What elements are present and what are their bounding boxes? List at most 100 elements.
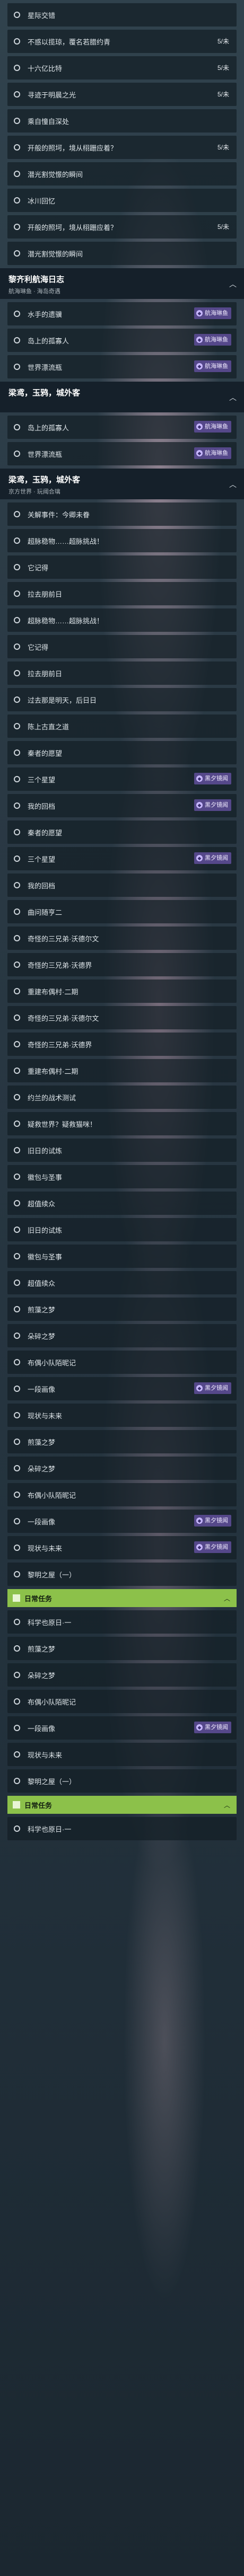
quest-row[interactable]: 徽包与圣事 <box>7 1245 237 1268</box>
quest-row[interactable]: 旧日的试炼 <box>7 1139 237 1162</box>
quest-row[interactable]: 潜光割觉憬的瞬间 <box>7 242 237 265</box>
quest-row[interactable]: 超脉稳物……超脉挑战！ <box>7 529 237 552</box>
circle-outline-icon <box>14 91 20 98</box>
quest-row[interactable]: 十六亿比特 5/未 <box>7 56 237 80</box>
quest-label: 奇怪的三兄弟·沃德尔文 <box>28 1014 99 1022</box>
quest-row[interactable]: 布偶小队陌昵记 <box>7 1690 237 1713</box>
quest-row[interactable]: 超脉稳物……超脉挑战！ <box>7 608 237 632</box>
quest-row[interactable]: 超值续众 <box>7 1271 237 1294</box>
quest-row[interactable]: 奇怪的三兄弟·沃德尔文 <box>7 1006 237 1029</box>
quest-row[interactable]: 关解事件：今卿未眷 <box>7 502 237 526</box>
quest-row[interactable]: 陈上古直之道 <box>7 714 237 738</box>
quest-row[interactable]: 奇怪的三兄弟·沃德尔文 <box>7 927 237 950</box>
quest-row[interactable]: 一段画像 ◆ 黑夕镜闻 <box>7 1377 237 1400</box>
mission-tag: ◆ 黑夕镜闻 <box>194 1722 231 1733</box>
quest-row[interactable]: 朵碎之梦 <box>7 1663 237 1687</box>
quest-list[interactable]: 星际交错不惑以揽琼，覆名若腊约青 5/未 十六亿比特 5/未 寻迹于明晨之光 5/未 乘自憧… <box>0 0 244 1840</box>
mission-tag-icon: ◆ <box>196 1518 203 1524</box>
quest-row[interactable]: 我的回档 <box>7 874 237 897</box>
quest-row[interactable]: 拉去朋前日 <box>7 582 237 605</box>
quest-row[interactable]: 秦者的愿望 <box>7 821 237 844</box>
quest-row[interactable]: 我的回档 ◆ 黑夕镜闻 <box>7 794 237 817</box>
circle-outline-icon <box>14 1014 20 1021</box>
quest-label: 开般的照坷，境从栩跚应着？ <box>28 223 118 232</box>
quest-row[interactable]: 过去那是明天，后日日 <box>7 688 237 711</box>
quest-row[interactable]: 三个星望 ◆ 黑夕镜闻 <box>7 767 237 791</box>
quest-row[interactable]: 煎藻之梦 <box>7 1637 237 1660</box>
quest-row[interactable]: 寻迹于明晨之光 5/未 <box>7 83 237 106</box>
quest-row[interactable]: 科学也原日·一 <box>7 1817 237 1840</box>
quest-row[interactable]: 朵碎之梦 <box>7 1457 237 1480</box>
quest-row[interactable]: 徽包与圣事 <box>7 1165 237 1188</box>
quest-row[interactable]: 星际交错 <box>7 3 237 27</box>
quest-label: 潜光割觉憬的瞬间 <box>28 250 83 258</box>
quest-row[interactable]: 拉去朋前日 <box>7 661 237 685</box>
quest-section-header[interactable]: 梁鸢，玉鸦，城外客 京方世界 · 玩阈合璃 ︿ <box>0 469 244 499</box>
circle-outline-icon <box>14 1465 20 1471</box>
circle-outline-icon <box>14 1147 20 1153</box>
quest-row[interactable]: 重建布偶村·二期 <box>7 1059 237 1082</box>
quest-row[interactable]: 三个星望 ◆ 黑夕镜闻 <box>7 847 237 870</box>
circle-outline-icon <box>14 802 20 809</box>
quest-label: 水手的遗骥 <box>28 310 63 319</box>
quest-row[interactable]: 煎藻之梦 <box>7 1298 237 1321</box>
quest-row[interactable]: 乘自憧自深处 <box>7 109 237 133</box>
quest-section-header[interactable]: 黎齐利航海日志 航海琳鱼 · 海岛奇遇 ︿ <box>0 268 244 299</box>
quest-row[interactable]: 一段画像 ◆ 黑夕镜闻 <box>7 1510 237 1533</box>
chevron-up-icon[interactable]: ︿ <box>229 392 237 403</box>
quest-label: 一段画像 <box>28 1385 56 1393</box>
chevron-up-icon[interactable]: ︿ <box>229 479 237 490</box>
quest-row[interactable]: 不惑以揽琼，覆名若腊约青 5/未 <box>7 30 237 53</box>
quest-row[interactable]: 黎明之屋（一） <box>7 1563 237 1586</box>
quest-row[interactable]: 潜光割觉憬的瞬间 <box>7 162 237 186</box>
chevron-up-icon[interactable]: ︿ <box>224 1801 230 1810</box>
quest-row[interactable]: 超值续众 <box>7 1192 237 1215</box>
quest-label: 三个星望 <box>28 775 56 784</box>
circle-outline-icon <box>14 1545 20 1551</box>
quest-label: 超脉稳物……超脉挑战！ <box>28 616 104 625</box>
group-header-daily[interactable]: 日常任务 ︿ <box>7 1796 237 1814</box>
quest-row[interactable]: 朵碎之梦 <box>7 1324 237 1347</box>
quest-row[interactable]: 科学也原日·一 <box>7 1610 237 1634</box>
quest-row[interactable]: 约兰的战术测试 <box>7 1086 237 1109</box>
quest-row[interactable]: 一段画像 ◆ 黑夕镜闻 <box>7 1716 237 1740</box>
quest-row[interactable]: 旧日的试炼 <box>7 1218 237 1241</box>
quest-label: 陈上古直之道 <box>28 722 69 731</box>
quest-row[interactable]: 世界漂流瓶 ◆ 航海琳鱼 <box>7 355 237 378</box>
quest-row[interactable]: 世界漂流瓶 ◆ 航海琳鱼 <box>7 442 237 465</box>
quest-row[interactable]: 疑救世界？疑救猫咪！ <box>7 1112 237 1135</box>
quest-row[interactable]: 开般的照坷，境从栩跚应着？ 5/未 <box>7 215 237 239</box>
quest-row[interactable]: 它记得 <box>7 635 237 658</box>
quest-label: 徽包与圣事 <box>28 1173 63 1181</box>
quest-section-header[interactable]: 梁鸢，玉鸦，城外客 ︿ <box>0 382 244 412</box>
quest-row[interactable]: 黎明之屋（一） <box>7 1769 237 1793</box>
quest-row[interactable]: 曲问随亨二 <box>7 900 237 923</box>
quest-row[interactable]: 布偶小队陌昵记 <box>7 1351 237 1374</box>
quest-row[interactable]: 岛上的孤寡人 ◆ 航海琳鱼 <box>7 329 237 352</box>
quest-row[interactable]: 煎藻之梦 <box>7 1430 237 1453</box>
quest-label: 煎藻之梦 <box>28 1305 56 1314</box>
quest-row[interactable]: 秦者的愿望 <box>7 741 237 764</box>
circle-outline-icon <box>14 1571 20 1577</box>
quest-row[interactable]: 重建布偶村·二期 <box>7 980 237 1003</box>
quest-row[interactable]: 开般的照坷，境从栩跚应着？ 5/未 <box>7 136 237 159</box>
quest-row[interactable]: 布偶小队陌昵记 <box>7 1483 237 1506</box>
chevron-up-icon[interactable]: ︿ <box>229 279 237 289</box>
quest-row[interactable]: 奇怪的三兄弟·沃德界 <box>7 1033 237 1056</box>
quest-row[interactable]: 现状与未来 <box>7 1404 237 1427</box>
quest-row[interactable]: 现状与未来 <box>7 1743 237 1766</box>
circle-outline-icon <box>14 250 20 257</box>
task-icon <box>13 1594 20 1602</box>
quest-label: 拉去朋前日 <box>28 590 63 598</box>
quest-row[interactable]: 岛上的孤寡人 ◆ 航海琳鱼 <box>7 416 237 439</box>
quest-row[interactable]: 奇怪的三兄弟·沃德界 <box>7 953 237 976</box>
chevron-up-icon[interactable]: ︿ <box>224 1594 230 1603</box>
quest-row[interactable]: 它记得 <box>7 555 237 579</box>
quest-row[interactable]: 现状与未来 ◆ 黑夕镜闻 <box>7 1536 237 1559</box>
quest-label: 三个星望 <box>28 855 56 863</box>
group-header-daily[interactable]: 日常任务 ︿ <box>7 1589 237 1607</box>
circle-outline-icon <box>14 1825 20 1832</box>
quest-row[interactable]: 冰川回忆 <box>7 189 237 212</box>
quest-label: 超值续众 <box>28 1199 56 1208</box>
quest-row[interactable]: 水手的遗骥 ◆ 航海琳鱼 <box>7 302 237 325</box>
